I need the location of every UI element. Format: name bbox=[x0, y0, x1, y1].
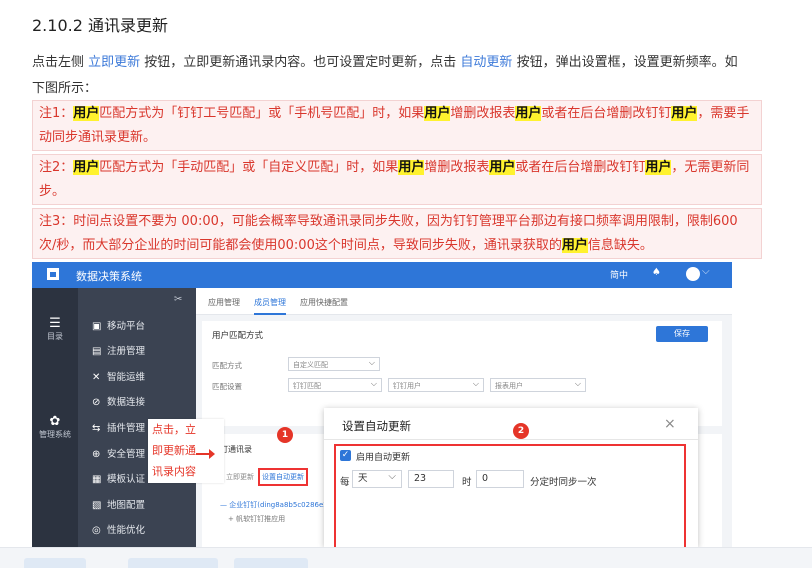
note-2: 注2：用户匹配方式为「手动匹配」或「自定义匹配」时，如果用户增删改报表用户或者在… bbox=[32, 154, 762, 205]
plugin-icon: ⇆ bbox=[92, 423, 101, 434]
tab-bar: 应用管理 成员管理 应用快捷配置 bbox=[196, 288, 732, 315]
immediate-update-button[interactable]: 立即更新 bbox=[226, 472, 254, 482]
sidebar-item-data[interactable]: ⊘ 数据连接 bbox=[92, 394, 145, 412]
immediate-update-link[interactable]: 立即更新 bbox=[88, 55, 140, 70]
hour-label: 时 bbox=[462, 477, 472, 488]
save-button[interactable]: 保存 bbox=[656, 326, 708, 342]
step-badge-1: 1 bbox=[277, 427, 293, 443]
sidebar-item-mobile[interactable]: ▣ 移动平台 bbox=[92, 318, 145, 336]
note-1: 注1：用户匹配方式为「钉钉工号匹配」或「手机号匹配」时，如果用户增删改报表用户或… bbox=[32, 100, 762, 151]
rail-item-catalog[interactable]: ☰ 目录 bbox=[32, 316, 78, 342]
app-logo-icon bbox=[47, 268, 59, 280]
dialog-title: 设置自动更新 bbox=[342, 419, 411, 433]
step-badge-2: 2 bbox=[513, 423, 529, 439]
schedule-tail-label: 分定时同步一次 bbox=[530, 477, 597, 488]
match-setting-label: 匹配设置 bbox=[212, 382, 242, 391]
sidebar: ✂ ▣ 移动平台 ▤ 注册管理 ✕ 智能运维 ⊘ 数据连接 ⇆ 插件管理 ⊕ 安… bbox=[78, 288, 196, 547]
tab-quick-config[interactable]: 应用快捷配置 bbox=[300, 297, 348, 308]
dialog-divider bbox=[324, 439, 698, 440]
intro-paragraph: 点击左侧 立即更新 按钮，立即更新通讯录内容。也可设置定时更新，点击 自动更新 … bbox=[32, 50, 747, 102]
intro-text: 点击左侧 bbox=[32, 55, 89, 70]
close-icon[interactable]: × bbox=[664, 416, 676, 432]
shield-icon: ⊕ bbox=[92, 449, 101, 460]
pin-icon[interactable]: ✂ bbox=[174, 294, 182, 305]
app-topbar: 数据决策系统 简中 ♠ ⌵ bbox=[32, 262, 732, 288]
arrow-icon bbox=[196, 449, 215, 459]
sidebar-item-template[interactable]: ▦ 模板认证 bbox=[92, 471, 145, 489]
sidebar-item-ops[interactable]: ✕ 智能运维 bbox=[92, 369, 145, 387]
auto-update-dialog: 设置自动更新 × ✓ 启用自动更新 每 天 23 时 0 分定时同步一次 bbox=[324, 408, 698, 547]
match-mode-select[interactable]: 自定义匹配 bbox=[288, 356, 380, 371]
sidebar-item-map[interactable]: ▧ 地图配置 bbox=[92, 497, 145, 515]
sidebar-item-register[interactable]: ▤ 注册管理 bbox=[92, 343, 145, 361]
avatar[interactable] bbox=[686, 267, 700, 281]
auto-update-button[interactable]: 设置自动更新 bbox=[258, 468, 308, 486]
tab-app-manage[interactable]: 应用管理 bbox=[208, 297, 240, 308]
match-setting-select-2[interactable]: 钉钉用户 bbox=[388, 377, 484, 392]
list-icon: ☰ bbox=[49, 316, 61, 331]
link-icon: ⊘ bbox=[92, 397, 101, 408]
gear-icon: ✿ bbox=[49, 414, 61, 429]
embedded-screenshot: 数据决策系统 简中 ♠ ⌵ ☰ 目录 ✿ 管理系统 ✂ ▣ 移动平台 ▤ 注册管理 … bbox=[32, 262, 732, 547]
template-icon: ▦ bbox=[92, 474, 102, 485]
rail-item-admin[interactable]: ✿ 管理系统 bbox=[32, 414, 78, 440]
intro-text: 按钮，立即更新通讯录内容。也可设置定时更新，点击 bbox=[140, 55, 461, 70]
enable-checkbox[interactable]: ✓ bbox=[340, 450, 351, 461]
match-setting-select-1[interactable]: 钉钉匹配 bbox=[288, 377, 382, 392]
register-icon: ▤ bbox=[92, 346, 102, 357]
sidebar-item-security[interactable]: ⊕ 安全管理 bbox=[92, 446, 145, 464]
chevron-down-icon[interactable]: ⌵ bbox=[702, 266, 710, 277]
language-switch[interactable]: 简中 bbox=[610, 268, 628, 281]
app-title: 数据决策系统 bbox=[76, 270, 142, 283]
section-heading: 2.10.2 通讯录更新 bbox=[32, 16, 168, 35]
enable-label: 启用自动更新 bbox=[356, 453, 411, 463]
auto-update-link[interactable]: 自动更新 bbox=[460, 55, 512, 70]
mobile-icon: ▣ bbox=[92, 321, 102, 332]
icon-rail: ☰ 目录 ✿ 管理系统 bbox=[32, 288, 78, 547]
hour-input[interactable]: 23 bbox=[408, 470, 454, 488]
match-mode-label: 匹配方式 bbox=[212, 361, 242, 370]
note-3: 注3：时间点设置不要为 00:00，可能会概率导致通讯录同步失败，因为钉钉管理平… bbox=[32, 208, 762, 259]
minute-input[interactable]: 0 bbox=[476, 470, 524, 488]
tab-member-manage[interactable]: 成员管理 bbox=[254, 297, 286, 315]
match-card-title: 用户匹配方式 bbox=[212, 331, 264, 341]
tree-node-enterprise[interactable]: — 企业钉钉(ding8a8b5c0286e2 bbox=[220, 500, 328, 510]
match-setting-select-3[interactable]: 报表用户 bbox=[490, 377, 586, 392]
tree-node-app[interactable]: + 帆软钉钉推应用 bbox=[228, 514, 285, 524]
every-label: 每 bbox=[340, 477, 350, 488]
unit-select[interactable]: 天 bbox=[352, 469, 402, 488]
sidebar-item-plugins[interactable]: ⇆ 插件管理 bbox=[92, 420, 145, 438]
bell-icon[interactable]: ♠ bbox=[652, 267, 661, 278]
gauge-icon: ◎ bbox=[92, 525, 101, 536]
bottom-toolbar bbox=[0, 547, 812, 568]
map-icon: ▧ bbox=[92, 500, 102, 511]
tools-icon: ✕ bbox=[92, 372, 101, 383]
sidebar-item-performance[interactable]: ◎ 性能优化 bbox=[92, 522, 145, 540]
